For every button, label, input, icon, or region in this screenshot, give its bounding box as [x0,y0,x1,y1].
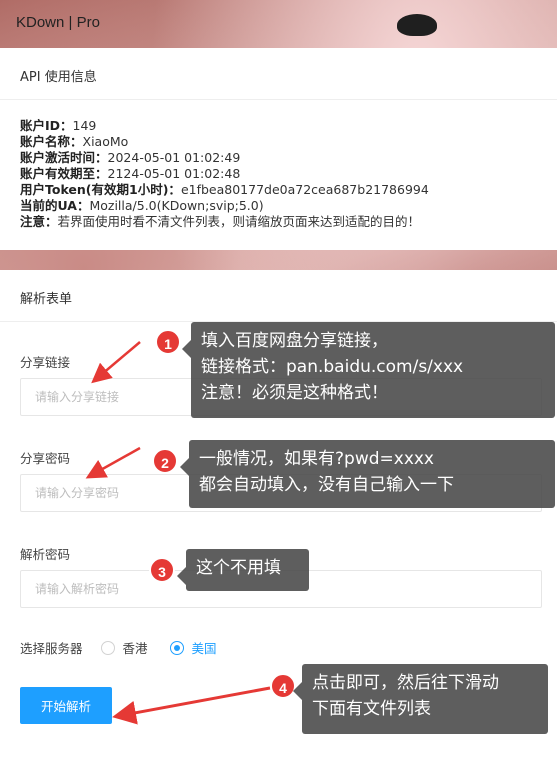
info-row-account-name: 账户名称：XiaoMo [20,134,537,150]
callout-1-line-3: 注意！必须是这种格式！ [201,383,388,403]
server-option-usa-label[interactable]: 美国 [192,638,217,657]
info-key: 账户名称： [20,134,83,149]
callout-4: 点击即可，然后往下滑动 下面有文件列表 [293,664,548,734]
callout-4-line-2: 下面有文件列表 [312,699,431,719]
step-badge-3: 3 [149,557,175,583]
info-value: 2124-05-01 01:02:48 [107,166,241,181]
share-password-label: 分享密码 [20,451,71,466]
info-row-activation-time: 账户激活时间：2024-05-01 01:02:49 [20,150,537,166]
brand-title: KDown | Pro [16,14,100,31]
callout-1: 填入百度网盘分享链接， 链接格式：pan.baidu.com/s/xxx 注意！… [182,322,555,418]
api-info-card: API 使用信息 账户ID：149 账户名称：XiaoMo 账户激活时间：202… [0,48,557,250]
server-radio-hongkong[interactable] [100,640,115,655]
callout-1-line-2: 链接格式：pan.baidu.com/s/xxx [201,357,464,377]
top-bar: KDown | Pro [0,0,557,48]
info-key: 当前的UA： [20,198,90,213]
info-key: 账户ID： [20,118,73,133]
header-decoration [397,14,437,36]
server-select-row: 选择服务器 香港 美国 [20,638,217,657]
info-value: 2024-05-01 01:02:49 [107,150,241,165]
info-key: 注意： [20,214,58,229]
server-select-label: 选择服务器 [20,641,83,656]
server-radio-usa[interactable] [169,640,184,655]
share-link-label: 分享链接 [20,355,71,370]
callout-3-line-1: 这个不用填 [196,558,281,578]
info-row-account-id: 账户ID：149 [20,118,537,134]
parse-password-label: 解析密码 [20,547,71,562]
info-row-token: 用户Token(有效期1小时)：e1fbea80177de0a72cea687b… [20,182,537,198]
callout-2-line-2: 都会自动填入，没有自己输入一下 [199,475,454,495]
info-row-expiry: 账户有效期至：2124-05-01 01:02:48 [20,166,537,182]
api-info-list: 账户ID：149 账户名称：XiaoMo 账户激活时间：2024-05-01 0… [0,100,557,230]
info-value: Mozilla/5.0(KDown;svip;5.0) [89,198,264,213]
info-key: 账户激活时间： [20,150,108,165]
start-parse-button[interactable]: 开始解析 [20,687,112,724]
callout-2: 一般情况，如果有?pwd=xxxx 都会自动填入，没有自己输入一下 [180,440,555,508]
info-value: e1fbea80177de0a72cea687b21786994 [180,182,429,197]
info-value: 若界面使用时看不清文件列表，则请缩放页面来达到适配的目的！ [57,214,421,229]
info-value: XiaoMo [82,134,129,149]
step-badge-1: 1 [155,329,181,355]
step-badge-2: 2 [152,448,178,474]
info-value: 149 [72,118,97,133]
parse-form-title: 解析表单 [0,270,557,322]
info-key: 用户Token(有效期1小时)： [20,182,181,197]
server-option-hongkong-label[interactable]: 香港 [123,638,148,657]
callout-3: 这个不用填 [177,549,309,591]
info-row-ua: 当前的UA：Mozilla/5.0(KDown;svip;5.0) [20,198,537,214]
callout-2-line-1: 一般情况，如果有?pwd=xxxx [199,449,434,469]
callout-4-line-1: 点击即可，然后往下滑动 [312,673,499,693]
info-row-notice: 注意：若界面使用时看不清文件列表，则请缩放页面来达到适配的目的！ [20,214,537,230]
api-info-title: API 使用信息 [0,48,557,100]
callout-1-line-1: 填入百度网盘分享链接， [201,331,388,351]
info-key: 账户有效期至： [20,166,108,181]
